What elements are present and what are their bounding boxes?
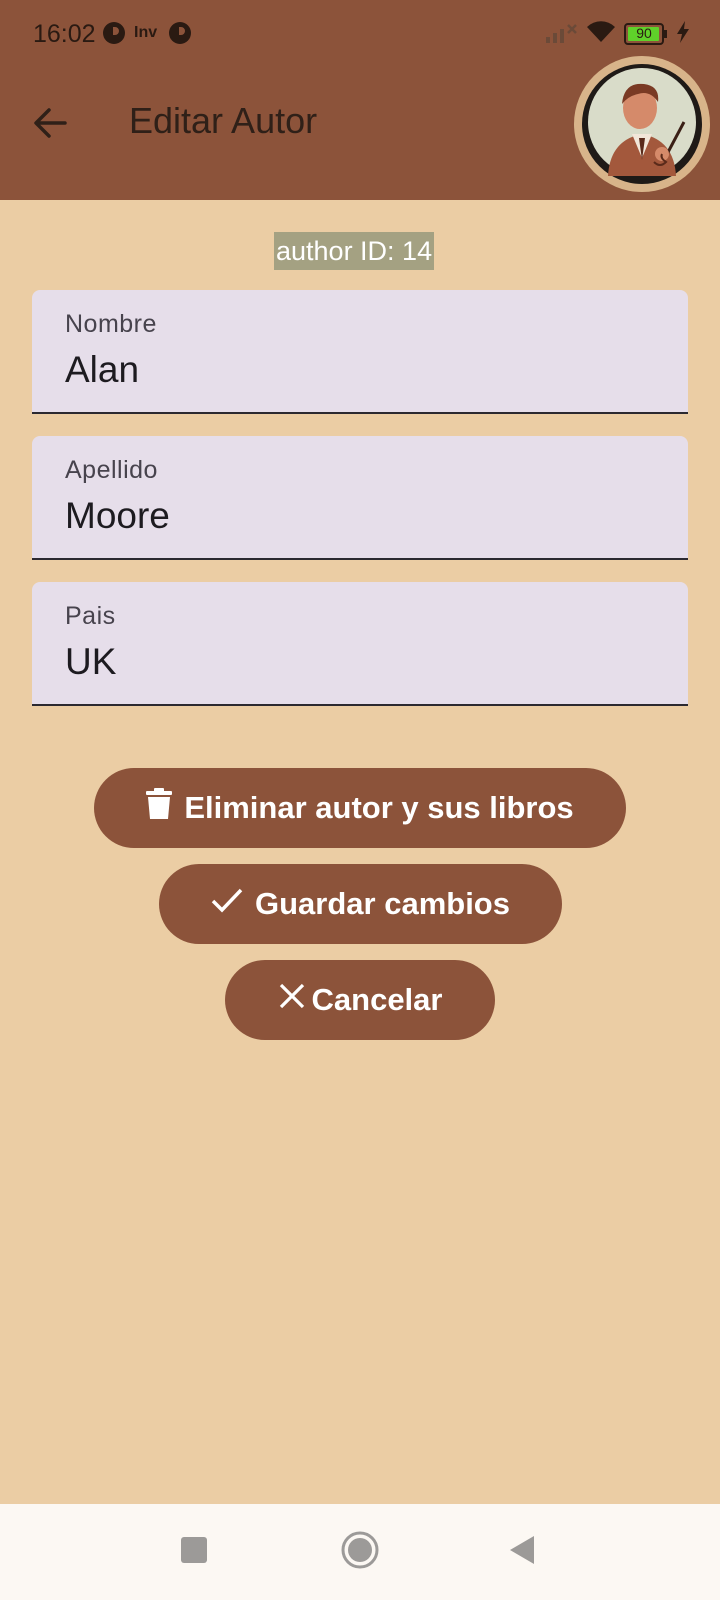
arrow-left-icon	[32, 105, 68, 146]
system-nav-bar	[0, 1504, 720, 1600]
last-name-field[interactable]: Apellido	[32, 436, 688, 560]
first-name-input[interactable]	[65, 349, 645, 391]
save-label: Guardar cambios	[255, 886, 510, 921]
first-name-field[interactable]: Nombre	[32, 290, 688, 414]
save-button[interactable]: Guardar cambios	[159, 864, 562, 944]
trash-icon	[146, 788, 173, 828]
triangle-back-icon	[508, 1535, 536, 1570]
notification-inv-icon: Inv	[134, 24, 158, 41]
country-input[interactable]	[65, 641, 645, 683]
last-name-input[interactable]	[65, 495, 645, 537]
signal-icon	[546, 21, 578, 48]
delete-author-button[interactable]: Eliminar autor y sus libros	[94, 768, 626, 848]
back-button[interactable]	[22, 97, 78, 153]
wifi-icon	[586, 20, 616, 49]
last-name-label: Apellido	[65, 456, 158, 484]
close-icon	[278, 982, 306, 1018]
author-portrait-icon	[588, 67, 696, 181]
check-icon	[211, 886, 243, 922]
notification-p-icon	[168, 20, 192, 46]
charging-icon	[676, 20, 690, 48]
home-button[interactable]	[334, 1526, 386, 1578]
square-icon	[181, 1536, 207, 1568]
battery-icon: 90	[624, 23, 668, 45]
battery-level: 90	[636, 25, 652, 41]
status-bar: 16:02 Inv 90	[0, 0, 720, 70]
system-status-icons: 90	[546, 20, 690, 48]
page-title: Editar Autor	[129, 100, 318, 141]
status-time: 16:02	[33, 20, 96, 48]
avatar[interactable]	[574, 56, 710, 192]
circle-home-icon	[340, 1530, 380, 1575]
app-bar: 16:02 Inv 90 Editar Autor	[0, 0, 720, 200]
delete-author-label: Eliminar autor y sus libros	[184, 790, 574, 825]
first-name-label: Nombre	[65, 310, 157, 338]
author-id-label: author ID: 14	[274, 232, 435, 270]
back-nav-button[interactable]	[496, 1526, 548, 1578]
notification-p-icon	[102, 20, 126, 46]
recents-button[interactable]	[168, 1526, 220, 1578]
country-label: Pais	[65, 602, 116, 630]
cancel-button[interactable]: Cancelar	[225, 960, 495, 1040]
country-field[interactable]: Pais	[32, 582, 688, 706]
cancel-label: Cancelar	[311, 982, 443, 1017]
